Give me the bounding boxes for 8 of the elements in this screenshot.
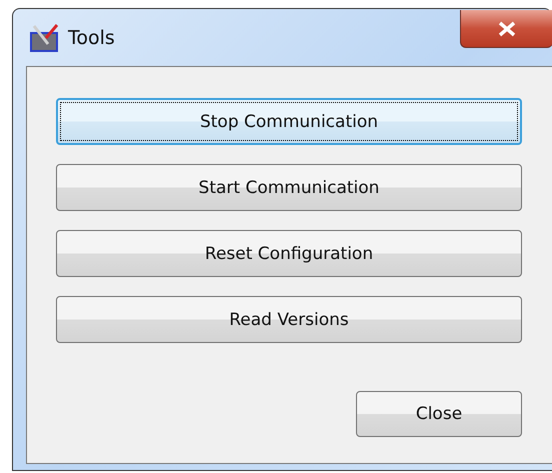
- tools-icon: [28, 22, 60, 54]
- close-button[interactable]: Close: [356, 391, 522, 437]
- push-button[interactable]: Reset Configuration: [56, 230, 522, 277]
- push-button[interactable]: Read Versions: [56, 296, 522, 343]
- push-button[interactable]: Stop Communication: [56, 98, 522, 145]
- close-icon[interactable]: [460, 10, 552, 48]
- push-button[interactable]: Start Communication: [56, 164, 522, 211]
- window-title: Tools: [68, 26, 115, 48]
